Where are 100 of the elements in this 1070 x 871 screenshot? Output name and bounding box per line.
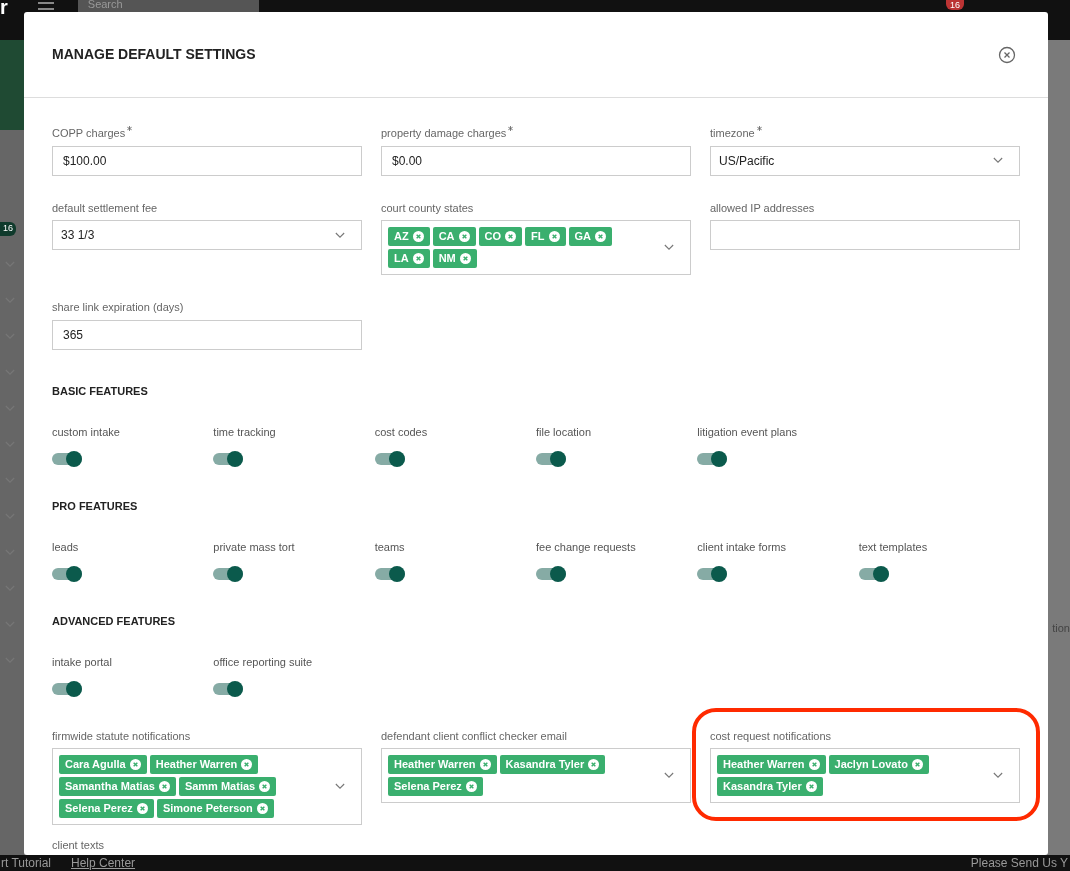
- toggle-label: private mass tort: [213, 540, 295, 555]
- tag-chip[interactable]: LA: [388, 249, 430, 268]
- remove-icon[interactable]: [588, 759, 600, 770]
- logo-text: r: [0, 0, 8, 14]
- toggle-label: leads: [52, 540, 79, 555]
- field-label: default settlement fee: [52, 200, 158, 216]
- remove-icon[interactable]: [595, 231, 606, 242]
- caret-icon: [664, 244, 674, 251]
- tag-chip[interactable]: Heather Warren: [717, 755, 826, 774]
- toggle-switch[interactable]: [536, 567, 566, 580]
- toggle-switch[interactable]: [52, 452, 82, 465]
- remove-icon[interactable]: [458, 231, 470, 242]
- remove-icon[interactable]: [412, 253, 424, 264]
- toggle-label: teams: [374, 540, 405, 555]
- toggle-switch[interactable]: [858, 567, 889, 580]
- remove-icon[interactable]: [808, 759, 820, 770]
- field-label: property damage charges: [381, 126, 507, 141]
- caret-icon: [993, 157, 1003, 164]
- toggle-switch[interactable]: [697, 567, 728, 580]
- tag-chip[interactable]: Samm Matias: [178, 777, 277, 796]
- input-field[interactable]: [710, 220, 1020, 250]
- remove-icon[interactable]: [911, 759, 923, 770]
- toggle-label: cost codes: [374, 425, 428, 440]
- toggle-label: time tracking: [213, 425, 276, 440]
- remove-icon[interactable]: [241, 759, 253, 770]
- remove-icon[interactable]: [158, 781, 170, 792]
- tag-chip[interactable]: FL: [525, 227, 566, 246]
- search-field[interactable]: Search: [77, 0, 259, 12]
- menu-icon[interactable]: [37, 2, 54, 10]
- sidebar-badge: 16: [0, 222, 16, 236]
- caret-icon: [335, 231, 345, 239]
- input-field[interactable]: $100.00: [52, 145, 362, 176]
- tag-chip[interactable]: Heather Warren: [388, 755, 497, 774]
- select-field[interactable]: 33 1/3: [52, 220, 362, 250]
- remove-icon[interactable]: [256, 803, 268, 814]
- toggle-label: office reporting suite: [213, 655, 313, 670]
- toggle-switch[interactable]: [213, 452, 244, 465]
- remove-icon[interactable]: [465, 781, 477, 792]
- tag-chip[interactable]: Selena Perez: [388, 777, 483, 796]
- remove-icon[interactable]: [129, 759, 141, 770]
- tag-chip[interactable]: CO: [478, 227, 523, 246]
- toggle-switch[interactable]: [52, 682, 82, 695]
- field-label: cost request notifications: [710, 728, 832, 744]
- toggle-switch[interactable]: [697, 452, 728, 465]
- remove-icon[interactable]: [805, 781, 817, 792]
- input-field[interactable]: $0.00: [381, 145, 691, 176]
- close-icon[interactable]: [998, 45, 1016, 64]
- tag-chip[interactable]: GA: [568, 227, 612, 246]
- help-center-link[interactable]: Help Center: [71, 854, 136, 871]
- toggle-label: client intake forms: [697, 540, 786, 555]
- section-heading: PRO FEATURES: [52, 498, 139, 514]
- modal-title: MANAGE DEFAULT SETTINGS: [52, 45, 256, 64]
- toggle-label: text templates: [858, 540, 928, 555]
- field-label: defendant client conflict checker email: [381, 728, 567, 744]
- toggle-switch[interactable]: [52, 567, 82, 580]
- field-label: COPP charges: [52, 126, 126, 141]
- remove-icon[interactable]: [459, 253, 471, 264]
- tag-select-field[interactable]: Heather Warren Jaclyn Lovato Kasandra Tyler: [710, 748, 1020, 803]
- toggle-switch[interactable]: [213, 567, 244, 580]
- tag-chip[interactable]: Samantha Matias: [59, 777, 176, 796]
- select-field[interactable]: US/Pacific: [710, 145, 1020, 176]
- field-label: share link expiration (days): [52, 300, 184, 315]
- toggle-label: file location: [536, 425, 592, 440]
- section-heading: ADVANCED FEATURES: [52, 613, 177, 629]
- toggle-label: litigation event plans: [697, 425, 797, 440]
- toggle-switch[interactable]: [213, 682, 244, 695]
- remove-icon[interactable]: [412, 231, 424, 242]
- tag-chip[interactable]: Simone Peterson: [156, 799, 274, 818]
- notification-badge: 16: [946, 0, 964, 10]
- caret-icon: [664, 772, 674, 779]
- field-label: firmwide statute notifications: [52, 728, 191, 744]
- toggle-switch[interactable]: [374, 567, 405, 580]
- tag-chip[interactable]: Cara Agulla: [59, 755, 147, 774]
- remove-icon[interactable]: [479, 759, 491, 770]
- caret-icon: [993, 772, 1003, 779]
- tag-chip[interactable]: Jaclyn Lovato: [828, 755, 929, 774]
- remove-icon[interactable]: [505, 231, 517, 242]
- tag-chip[interactable]: Kasandra Tyler: [717, 777, 823, 796]
- remove-icon[interactable]: [136, 803, 148, 814]
- remove-icon[interactable]: [259, 781, 271, 792]
- toggle-switch[interactable]: [374, 452, 405, 465]
- remove-icon[interactable]: [548, 231, 560, 242]
- caret-icon: [335, 783, 345, 790]
- tag-chip[interactable]: CA: [432, 227, 476, 246]
- tutorial-link[interactable]: rt Tutorial: [1, 854, 51, 871]
- input-field[interactable]: 365: [52, 319, 362, 350]
- tag-select-field[interactable]: Heather Warren Kasandra Tyler Selena Perez: [381, 748, 691, 803]
- tag-chip[interactable]: Heather Warren: [149, 755, 259, 774]
- tag-chip[interactable]: Kasandra Tyler: [499, 755, 606, 774]
- tag-chip[interactable]: Selena Perez: [59, 799, 154, 818]
- toggle-label: fee change requests: [536, 540, 636, 555]
- tag-select-field[interactable]: Cara Agulla Heather Warren Samantha Matias Samm Matias Selena Perez Simone Peterson: [52, 748, 362, 825]
- tag-select-field[interactable]: AZ CA CO FL GA LA NM: [381, 220, 691, 275]
- field-label: court county states: [381, 200, 474, 216]
- toggle-switch[interactable]: [536, 452, 566, 465]
- tag-chip[interactable]: NM: [432, 249, 477, 268]
- tag-chip[interactable]: AZ: [388, 227, 430, 246]
- section-heading: BASIC FEATURES: [52, 383, 149, 399]
- field-label: allowed IP addresses: [710, 200, 815, 216]
- field-label: client texts: [52, 838, 105, 853]
